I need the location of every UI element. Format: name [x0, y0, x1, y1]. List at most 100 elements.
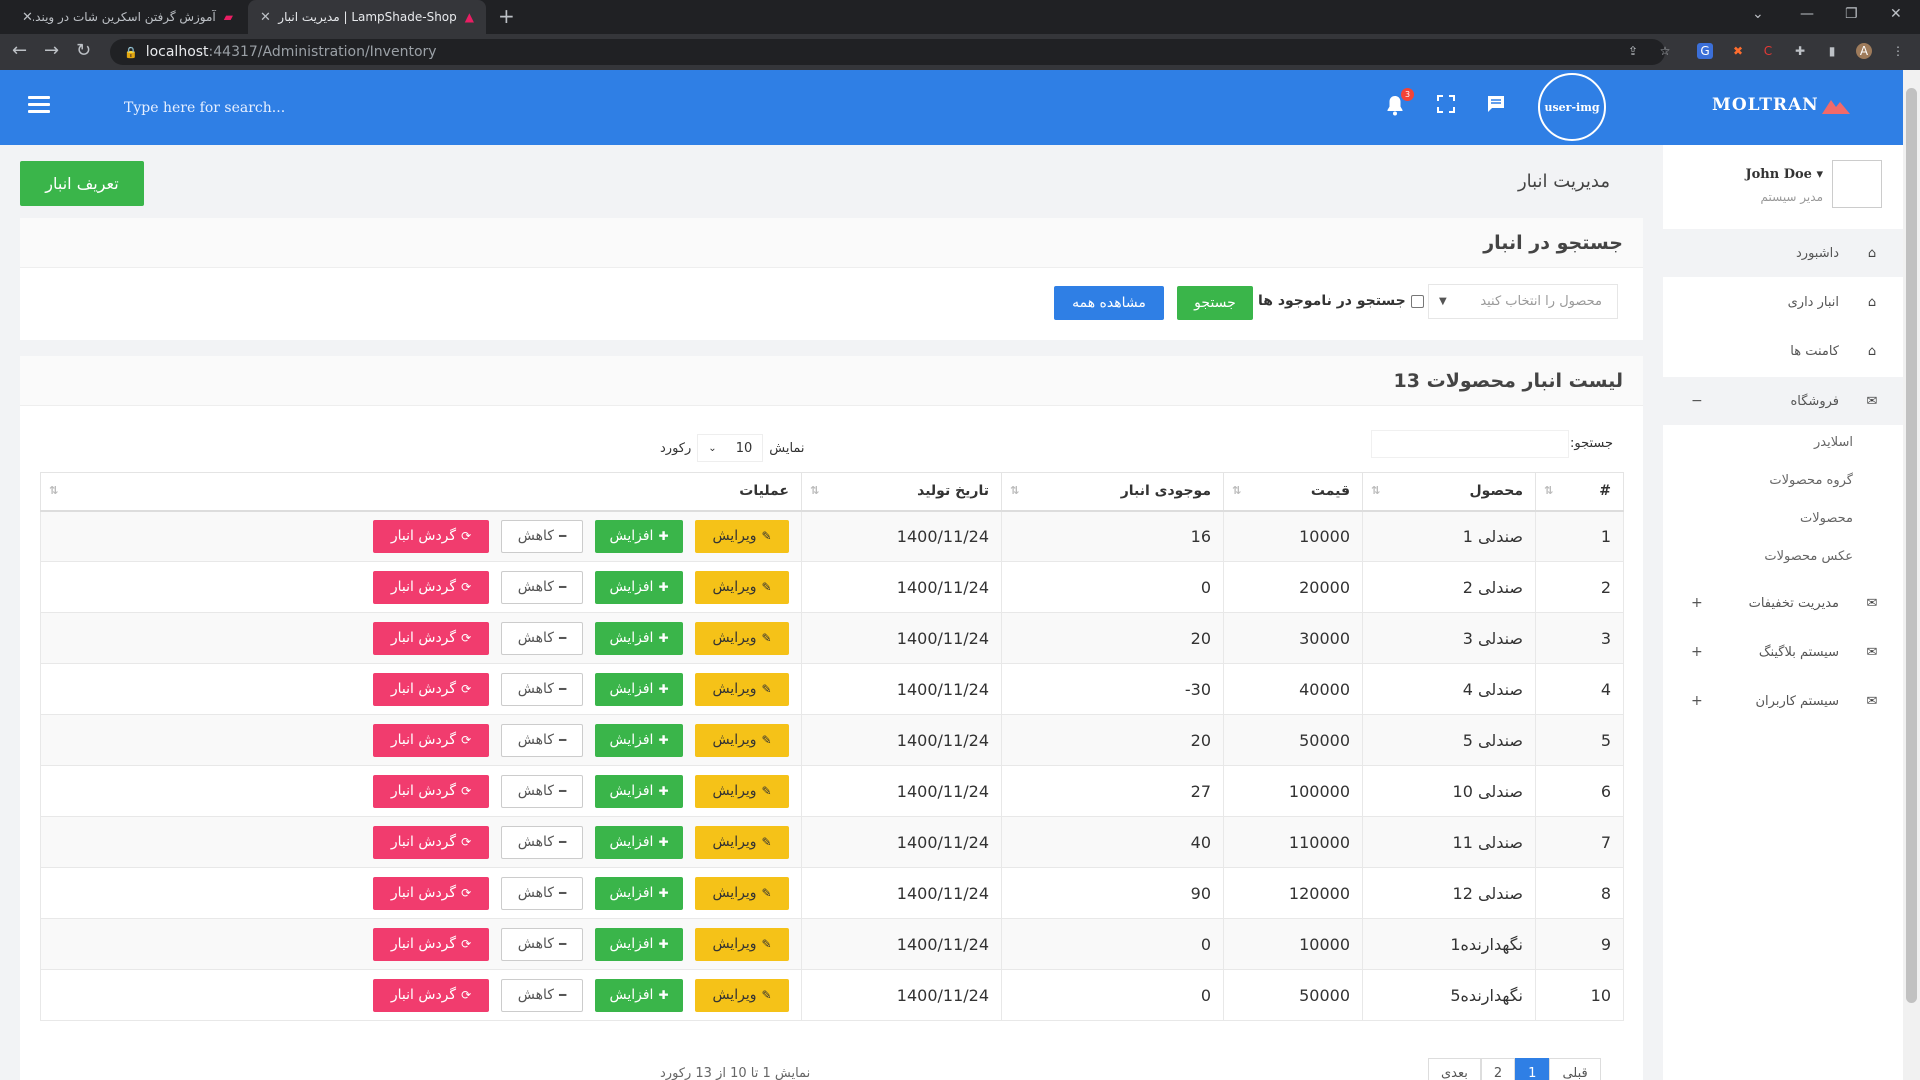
edit-button[interactable]: ✎ ویرایش	[695, 672, 789, 706]
pager-next[interactable]: بعدی	[1428, 1058, 1481, 1080]
inventory-log-button[interactable]: ⟳ گردش انبار	[373, 672, 489, 706]
decrease-button[interactable]: ━ کاهش	[501, 621, 583, 655]
inventory-log-button[interactable]: ⟳ گردش انبار	[373, 723, 489, 757]
inventory-log-button[interactable]: ⟳ گردش انبار	[373, 927, 489, 961]
close-tab-icon[interactable]: ✕	[22, 10, 33, 25]
expand-toggle-icon[interactable]: +	[1691, 644, 1703, 660]
extension-c-icon[interactable]: C	[1760, 43, 1776, 59]
sidebar-item-users[interactable]: ✉ سیستم کاربران +	[1663, 677, 1903, 725]
increase-button[interactable]: ✚ افزایش	[595, 621, 683, 655]
bookmark-star-icon[interactable]: ☆	[1657, 43, 1673, 59]
sidebar-item-dashboard[interactable]: ⌂ داشبورد	[1663, 229, 1903, 277]
decrease-button[interactable]: ━ کاهش	[501, 927, 583, 961]
sidebar-subitem-product-groups[interactable]: گروه محصولات	[1769, 473, 1853, 488]
column-header-price[interactable]: قیمت ⇅	[1223, 472, 1363, 512]
forward-icon[interactable]: →	[44, 40, 59, 61]
restore-icon[interactable]: ❐	[1845, 6, 1858, 22]
extensions-puzzle-icon[interactable]: ✚	[1792, 43, 1808, 59]
product-select[interactable]: محصول را انتخاب کنید ▼	[1428, 284, 1618, 319]
expand-toggle-icon[interactable]: +	[1691, 595, 1703, 611]
inventory-log-button[interactable]: ⟳ گردش انبار	[373, 519, 489, 553]
sidebar-item-discounts[interactable]: ✉ مدیریت تخفیفات +	[1663, 579, 1903, 627]
profile-avatar[interactable]: A	[1856, 43, 1872, 59]
user-avatar[interactable]: user-img	[1538, 73, 1606, 141]
pager-previous[interactable]: قبلی	[1549, 1058, 1601, 1080]
pager-page-2[interactable]: 2	[1480, 1058, 1516, 1080]
define-inventory-button[interactable]: تعریف انبار	[20, 161, 144, 206]
decrease-button[interactable]: ━ کاهش	[501, 570, 583, 604]
edit-button[interactable]: ✎ ویرایش	[695, 621, 789, 655]
column-header-id[interactable]: # ⇅	[1535, 472, 1624, 512]
side-panel-icon[interactable]: ▮	[1824, 43, 1840, 59]
profile-name[interactable]: ▾ John Doe	[1745, 167, 1823, 182]
increase-button[interactable]: ✚ افزایش	[595, 978, 683, 1012]
collapse-toggle-icon[interactable]: −	[1691, 393, 1703, 409]
inventory-log-button[interactable]: ⟳ گردش انبار	[373, 876, 489, 910]
minimize-icon[interactable]: —	[1800, 6, 1814, 22]
address-bar[interactable]: 🔒 localhost :44317/Administration/Invent…	[110, 39, 1665, 65]
out-of-stock-filter[interactable]: جستجو در ناموجود ها	[1258, 293, 1424, 309]
edit-button[interactable]: ✎ ویرایش	[695, 519, 789, 553]
page-scrollbar[interactable]	[1903, 70, 1920, 1080]
decrease-button[interactable]: ━ کاهش	[501, 519, 583, 553]
edit-button[interactable]: ✎ ویرایش	[695, 570, 789, 604]
scrollbar-thumb[interactable]	[1906, 88, 1917, 1003]
new-tab-icon[interactable]: +	[498, 4, 515, 28]
inventory-log-button[interactable]: ⟳ گردش انبار	[373, 774, 489, 808]
increase-button[interactable]: ✚ افزایش	[595, 723, 683, 757]
sidebar-item-comments[interactable]: ⌂ کامنت ها	[1663, 327, 1903, 375]
increase-button[interactable]: ✚ افزایش	[595, 672, 683, 706]
inventory-log-button[interactable]: ⟳ گردش انبار	[373, 621, 489, 655]
sidebar-subitem-product-pictures[interactable]: عکس محصولات	[1764, 549, 1853, 564]
page-length-select[interactable]: 10 ⌄	[697, 434, 764, 462]
sidebar-subitem-products[interactable]: محصولات	[1800, 511, 1853, 526]
inventory-log-button[interactable]: ⟳ گردش انبار	[373, 978, 489, 1012]
back-icon[interactable]: ←	[12, 40, 27, 61]
edit-button[interactable]: ✎ ویرایش	[695, 723, 789, 757]
decrease-button[interactable]: ━ کاهش	[501, 876, 583, 910]
increase-button[interactable]: ✚ افزایش	[595, 570, 683, 604]
window-close-icon[interactable]: ✕	[1890, 6, 1902, 22]
decrease-button[interactable]: ━ کاهش	[501, 672, 583, 706]
column-header-product[interactable]: محصول ⇅	[1362, 472, 1536, 512]
edit-button[interactable]: ✎ ویرایش	[695, 774, 789, 808]
sidebar-subitem-slider[interactable]: اسلایدر	[1814, 435, 1853, 450]
search-button[interactable]: جستجو	[1177, 286, 1253, 320]
header-search-input[interactable]	[124, 98, 444, 118]
sidebar-item-shop[interactable]: ✉ فروشگاه −	[1663, 377, 1903, 425]
pager-page-1[interactable]: 1	[1515, 1058, 1550, 1080]
decrease-button[interactable]: ━ کاهش	[501, 723, 583, 757]
decrease-button[interactable]: ━ کاهش	[501, 825, 583, 859]
extension-icon[interactable]: ✖	[1730, 43, 1746, 59]
increase-button[interactable]: ✚ افزایش	[595, 876, 683, 910]
edit-button[interactable]: ✎ ویرایش	[695, 927, 789, 961]
increase-button[interactable]: ✚ افزایش	[595, 825, 683, 859]
table-search-input[interactable]	[1371, 430, 1569, 458]
browser-tab-2-active[interactable]: ▲ LampShade-Shop | مدیریت انبار ✕	[248, 0, 486, 34]
increase-button[interactable]: ✚ افزایش	[595, 519, 683, 553]
inventory-log-button[interactable]: ⟳ گردش انبار	[373, 825, 489, 859]
inventory-log-button[interactable]: ⟳ گردش انبار	[373, 570, 489, 604]
close-tab-icon[interactable]: ✕	[260, 10, 271, 25]
message-icon[interactable]	[1486, 94, 1510, 118]
share-icon[interactable]: ⇪	[1625, 43, 1641, 59]
column-header-production-date[interactable]: تاریخ تولید ⇅	[801, 472, 1002, 512]
hamburger-menu-icon[interactable]	[28, 96, 50, 114]
decrease-button[interactable]: ━ کاهش	[501, 978, 583, 1012]
browser-tab-1[interactable]: ▰ آموزش گرفتن اسکرین شات در ویند... ✕	[10, 0, 245, 34]
fullscreen-icon[interactable]	[1436, 94, 1460, 118]
increase-button[interactable]: ✚ افزایش	[595, 774, 683, 808]
column-header-stock[interactable]: موجودی انبار ⇅	[1001, 472, 1224, 512]
expand-toggle-icon[interactable]: +	[1691, 693, 1703, 709]
sidebar-item-inventory[interactable]: ⌂ انبار داری	[1663, 278, 1903, 326]
translate-extension-icon[interactable]: G	[1697, 43, 1713, 59]
edit-button[interactable]: ✎ ویرایش	[695, 876, 789, 910]
column-header-operations[interactable]: عملیات ⇅	[40, 472, 802, 512]
sidebar-item-blogging[interactable]: ✉ سیستم بلاگینگ +	[1663, 628, 1903, 676]
decrease-button[interactable]: ━ کاهش	[501, 774, 583, 808]
edit-button[interactable]: ✎ ویرایش	[695, 978, 789, 1012]
browser-menu-icon[interactable]: ⋮	[1890, 43, 1906, 59]
tab-search-chevron-icon[interactable]: ⌄	[1752, 6, 1764, 22]
increase-button[interactable]: ✚ افزایش	[595, 927, 683, 961]
reload-icon[interactable]: ↻	[76, 40, 91, 61]
